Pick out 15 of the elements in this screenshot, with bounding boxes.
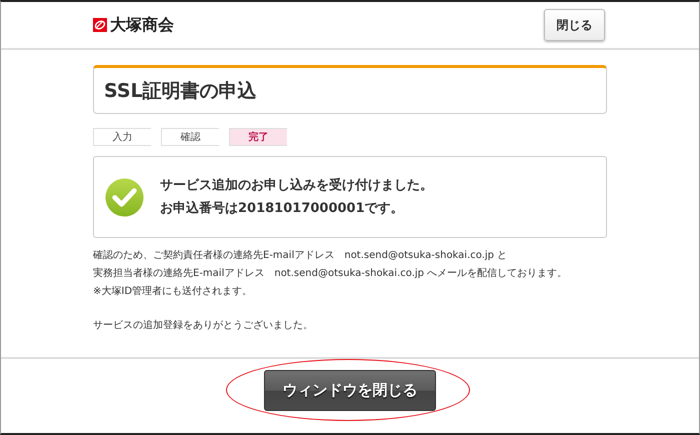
message-text: お申込番号は20181017000001です。 [160, 200, 405, 218]
close-button[interactable]: 閉じる [544, 9, 605, 41]
logo-text: 大塚商会 [110, 14, 174, 36]
page-title: SSL証明書の申込 [104, 78, 257, 104]
message-text: サービス追加のお申し込みを受け付けました。 [160, 176, 433, 195]
step-indicator: 完了 [229, 128, 287, 146]
step-indicator: 確認 [161, 128, 219, 146]
close-window-button[interactable]: ウィンドウを閉じる [264, 370, 436, 411]
logo-icon [93, 18, 107, 32]
thanks-text: サービスの追加登録をありがとうございました。 [93, 318, 314, 333]
step-indicator: 入力 [93, 128, 151, 146]
notice-text: 確認のため、ご契約責任者様の連絡先E-mailアドレス not.send@otsuka-shokai.co.jp と [93, 248, 508, 263]
check-icon [105, 178, 144, 216]
notice-text: 実務担当者様の連絡先E-mailアドレス not.send@otsuka-shokai.co.jp へメールを配信しております。 [93, 266, 568, 281]
notice-text: ※大塚ID管理者にも送付されます。 [93, 284, 254, 299]
